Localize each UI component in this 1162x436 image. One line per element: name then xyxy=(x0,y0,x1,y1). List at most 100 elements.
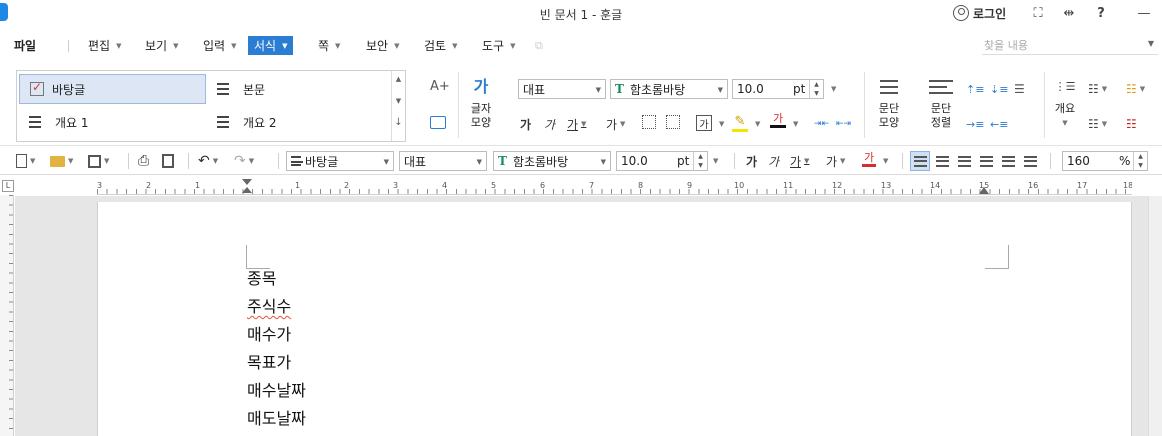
align-right-button[interactable] xyxy=(976,151,996,171)
new-doc-button[interactable]: ▼ xyxy=(16,152,35,170)
ruler-number: 1 xyxy=(195,181,201,190)
align-center-button[interactable] xyxy=(954,151,974,171)
menu-edit[interactable]: 편집 ▼ xyxy=(88,36,121,55)
menu-insert[interactable]: 입력 ▼ xyxy=(203,36,236,55)
underline-button[interactable]: 가 ▼ xyxy=(567,115,586,133)
shadow-char-icon[interactable] xyxy=(666,115,680,129)
vertical-ruler[interactable] xyxy=(0,195,14,436)
style-item-outline-1[interactable]: 개요 1 xyxy=(29,107,206,137)
menu-tools[interactable]: 도구 ▼ xyxy=(482,36,515,55)
doc-paragraph[interactable]: 주식수 xyxy=(247,296,291,318)
help-icon[interactable]: ? xyxy=(1092,4,1110,22)
toolbar-italic-button[interactable]: 가 xyxy=(768,152,779,170)
gallery-scrollbar[interactable]: ▲ ▼ ↓ xyxy=(391,71,405,141)
outline-button[interactable]: ⋮☰ 개요 ▼ xyxy=(1052,74,1078,130)
multilevel-list-button[interactable]: ☷ ▼ xyxy=(1088,115,1107,133)
char-spacing-wide-icon[interactable]: ⇤⇥ xyxy=(836,115,851,133)
align-left-button[interactable] xyxy=(932,151,952,171)
style-select[interactable]: 바탕글 ▼ xyxy=(286,151,394,171)
print-icon: ⎙ xyxy=(138,153,150,169)
font-size-input[interactable]: 10.0 pt ▲ ▼ xyxy=(732,79,824,99)
doc-paragraph[interactable]: 매수날짜 xyxy=(247,380,306,402)
save-button[interactable]: ▼ xyxy=(88,152,109,170)
toolbar-font-lang-select[interactable]: 대표 ▼ xyxy=(399,151,487,171)
checklist-button[interactable]: ☷ xyxy=(1126,115,1137,133)
toolbar-font-color-caret[interactable]: ▼ xyxy=(880,152,888,170)
font-size-spinner[interactable]: ▲ ▼ xyxy=(809,80,823,98)
font-size-caret[interactable]: ▼ xyxy=(710,152,718,170)
font-color-button[interactable]: 가 xyxy=(770,113,786,131)
scroll-down-icon[interactable]: ▼ xyxy=(392,97,405,105)
para-shape-button[interactable]: 문단 모양 xyxy=(876,74,902,130)
font-lang-select[interactable]: 대표 ▼ xyxy=(518,79,606,99)
menu-page[interactable]: 쪽 ▼ xyxy=(318,36,340,55)
doc-paragraph[interactable]: 매도날짜 xyxy=(247,408,306,430)
char-border-button[interactable]: 가 xyxy=(696,115,712,131)
scroll-up-icon[interactable]: ▲ xyxy=(392,75,405,83)
login-button[interactable]: 로그인 xyxy=(953,3,1006,23)
zoom-input[interactable]: 160 % ▲ ▼ xyxy=(1062,151,1148,171)
toolbar-strike-button[interactable]: 가 ▼ xyxy=(826,152,845,170)
undo-button[interactable]: ↶ ▼ xyxy=(198,152,218,170)
restore-width-icon[interactable]: ⇹ xyxy=(1060,4,1078,22)
doc-paragraph[interactable]: 목표가 xyxy=(247,352,291,374)
char-shape-button[interactable]: 가 글자 모양 xyxy=(468,74,494,130)
doc-paragraph[interactable]: 매수가 xyxy=(247,324,291,346)
align-distribute-button[interactable] xyxy=(998,151,1018,171)
numbered-list-button[interactable]: ☷ ▼ xyxy=(1126,80,1145,98)
puzzle-icon[interactable]: ⧉ xyxy=(535,39,549,52)
indent-dec-icon[interactable]: ←≡ xyxy=(990,115,1008,133)
font-name-select[interactable]: T 함초롬바탕 ▼ xyxy=(610,79,728,99)
chevron-down-icon[interactable]: ▼ xyxy=(1148,39,1154,48)
menu-file[interactable]: 파일 xyxy=(14,36,36,55)
para-spacing-icon[interactable]: ☰ xyxy=(1014,80,1025,98)
fullscreen-icon[interactable]: ⛶ xyxy=(1029,4,1047,22)
toolbar-font-size-input[interactable]: 10.0 pt ▲ ▼ xyxy=(616,151,708,171)
add-style-icon[interactable]: A+ xyxy=(430,79,450,94)
toolbar-font-name-select[interactable]: T 함초롬바탕 ▼ xyxy=(493,151,611,171)
align-justify-button[interactable] xyxy=(910,151,930,171)
menu-security[interactable]: 보안 ▼ xyxy=(366,36,399,55)
print-button[interactable]: ⎙ xyxy=(138,152,149,170)
italic-button[interactable]: 가 xyxy=(544,115,555,133)
font-color-caret[interactable]: ▼ xyxy=(790,115,798,133)
strikethrough-button[interactable]: 가 ▼ xyxy=(606,115,625,133)
search-input[interactable]: 찾을 내용 ▼ xyxy=(982,33,1158,55)
menu-format[interactable]: 서식 ▼ xyxy=(248,36,294,55)
line-spacing-dec-icon[interactable]: ⇡≡ xyxy=(966,80,984,98)
bullet-list-button[interactable]: ☷ ▼ xyxy=(1088,80,1107,98)
align-split-button[interactable] xyxy=(1020,151,1040,171)
vertical-scrollbar[interactable] xyxy=(1148,196,1162,436)
menu-review[interactable]: 검토 ▼ xyxy=(424,36,457,55)
redo-button[interactable]: ↷ ▼ xyxy=(234,152,254,170)
toolbar-font-color-button[interactable]: 가 xyxy=(862,152,876,170)
style-manager-icon[interactable] xyxy=(430,116,446,129)
style-item-body[interactable]: 본문 xyxy=(217,74,389,104)
menu-view[interactable]: 보기 ▼ xyxy=(145,36,178,55)
outline-char-icon[interactable] xyxy=(642,115,656,129)
horizontal-ruler[interactable]: 3 2 1 1 2 3 4 5 6 7 8 9 10 11 12 13 14 1… xyxy=(97,179,1132,195)
font-size-spinner[interactable]: ▲ ▼ xyxy=(693,152,707,170)
char-spacing-narrow-icon[interactable]: ⇥⇤ xyxy=(814,115,829,133)
style-item-outline-2[interactable]: 개요 2 xyxy=(217,107,389,137)
preview-button[interactable] xyxy=(162,152,174,170)
toolbar-bold-button[interactable]: 가 xyxy=(746,152,757,170)
right-indent-marker[interactable] xyxy=(979,187,989,194)
gallery-expand-icon[interactable]: ↓ xyxy=(392,117,405,128)
menu-label: 보안 xyxy=(366,39,389,53)
bold-button[interactable]: 가 xyxy=(520,115,531,133)
zoom-spinner[interactable]: ▲ ▼ xyxy=(1133,152,1147,170)
font-size-caret[interactable]: ▼ xyxy=(828,80,836,98)
toolbar-underline-button[interactable]: 가 ▼ xyxy=(790,152,809,170)
ruler-corner-icon[interactable]: L xyxy=(2,180,14,192)
open-button[interactable]: ▼ xyxy=(50,152,73,170)
doc-paragraph[interactable]: 종목 xyxy=(247,268,276,290)
highlight-caret[interactable]: ▼ xyxy=(752,115,760,133)
indent-inc-icon[interactable]: →≡ xyxy=(966,115,984,133)
line-spacing-inc-icon[interactable]: ⇣≡ xyxy=(990,80,1008,98)
style-item-batanggeul[interactable]: 바탕글 xyxy=(19,74,206,104)
minimize-icon[interactable]: — xyxy=(1135,4,1153,22)
char-border-caret[interactable]: ▼ xyxy=(716,115,724,133)
highlight-button[interactable]: ✎ xyxy=(732,114,748,132)
para-align-button[interactable]: 문단 정렬 xyxy=(928,74,954,130)
